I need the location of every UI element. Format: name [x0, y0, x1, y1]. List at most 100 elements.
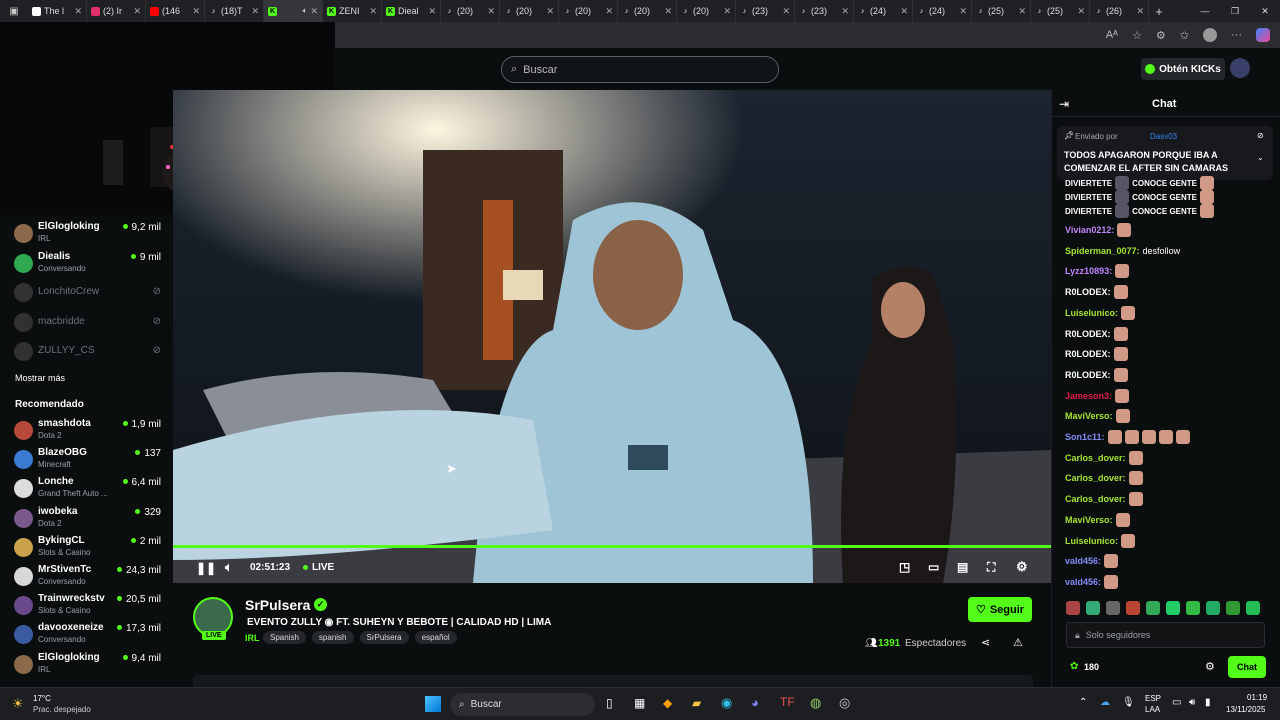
browser-tab[interactable]: ♪ (26) ✕	[1090, 0, 1149, 22]
chat-username[interactable]: MaviVerso:	[1065, 515, 1113, 525]
stream-tag[interactable]: spanish	[311, 631, 354, 644]
sidebar-channel[interactable]: Diealis Conversando 9 mil	[0, 249, 173, 277]
chat-username[interactable]: R0LODEX:	[1065, 370, 1111, 380]
chat-username[interactable]: R0LODEX:	[1065, 329, 1111, 339]
clock-time[interactable]: 01:19	[1247, 693, 1267, 702]
close-tab-icon[interactable]: ✕	[192, 6, 200, 17]
browser-tab[interactable]: ♪ (20) ✕	[500, 0, 559, 22]
browser-tab[interactable]: The l ✕	[28, 0, 87, 22]
channel-name[interactable]: SrPulsera	[245, 597, 310, 613]
tab-actions-icon[interactable]: ▣	[0, 0, 28, 22]
browser-tab[interactable]: (2) Ir ✕	[87, 0, 146, 22]
chat-username[interactable]: vald456:	[1065, 577, 1101, 587]
browser-tab[interactable]: ♪ (20) ✕	[559, 0, 618, 22]
browser-tab[interactable]: ♪ (25) ✕	[972, 0, 1031, 22]
browser-tab[interactable]: ♪ (24) ✕	[854, 0, 913, 22]
language-indicator[interactable]: ESP	[1145, 694, 1161, 703]
sidebar-channel[interactable]: ElGlogloking IRL 9,2 mil	[0, 219, 173, 247]
sidebar-channel[interactable]: BlazeOBG Minecraft 137	[0, 445, 173, 473]
expand-pinned-icon[interactable]: ⌄	[1257, 153, 1264, 162]
sidebar-channel[interactable]: smashdota Dota 2 1,9 mil	[0, 416, 173, 444]
browser-tab[interactable]: ♪ (23) ✕	[736, 0, 795, 22]
chat-username[interactable]: Luiselunico:	[1065, 308, 1118, 318]
close-tab-icon[interactable]: ✕	[841, 6, 849, 17]
edge-browser-icon[interactable]: ◉	[721, 695, 732, 711]
tab-audio-icon[interactable]: 🔈︎	[303, 6, 308, 16]
browser-tab[interactable]: ♪ (23) ✕	[795, 0, 854, 22]
sidebar-channel[interactable]: Trainwreckstv Slots & Casino 20,5 mil	[0, 591, 173, 619]
stream-tag[interactable]: Spanish	[263, 631, 306, 644]
emote-icon[interactable]	[1126, 601, 1140, 615]
unpin-icon[interactable]: ⊘	[1257, 131, 1264, 140]
volume-icon[interactable]: 🔈︎	[225, 560, 232, 575]
network-icon[interactable]: ▭	[1172, 697, 1181, 708]
store-icon[interactable]: ▦	[634, 696, 645, 710]
emote-icon[interactable]	[1066, 601, 1080, 615]
chat-username[interactable]: Carlos_dover:	[1065, 494, 1126, 504]
sidebar-channel[interactable]: MrStivenTc Conversando 24,3 mil	[0, 562, 173, 590]
close-tab-icon[interactable]: ✕	[664, 6, 672, 17]
read-aloud-icon[interactable]: Aᴬ	[1106, 29, 1118, 41]
new-tab-button[interactable]: +	[1149, 4, 1169, 19]
maximize-button[interactable]: ❐	[1220, 6, 1250, 17]
copilot-icon[interactable]	[1256, 28, 1270, 42]
chat-settings-icon[interactable]: ⚙	[1205, 660, 1215, 673]
sidebar-channel[interactable]: LonchitoCrew ⊘	[0, 278, 173, 306]
close-tab-icon[interactable]: ✕	[487, 6, 495, 17]
user-avatar[interactable]	[1230, 58, 1250, 78]
close-tab-icon[interactable]: ✕	[251, 6, 259, 17]
emote-icon[interactable]	[1146, 601, 1160, 615]
fullscreen-icon[interactable]: ⛶	[987, 560, 995, 575]
mic-icon[interactable]: 🎙︎	[1122, 697, 1135, 708]
clock-date[interactable]: 13/11/2025	[1226, 705, 1265, 714]
sidebar-channel[interactable]: macbridde ⊘	[0, 308, 173, 336]
emote-icon[interactable]	[1246, 601, 1260, 615]
get-kicks-button[interactable]: Obtén KICKs	[1141, 58, 1225, 80]
close-tab-icon[interactable]: ✕	[133, 6, 141, 17]
follow-button[interactable]: ♡ Seguir	[968, 597, 1032, 622]
taskbar-search[interactable]: ⌕ Buscar	[450, 693, 595, 716]
close-tab-icon[interactable]: ✕	[74, 6, 82, 17]
emote-icon[interactable]	[1186, 601, 1200, 615]
browser-tab[interactable]: K 🔈︎ ✕	[264, 0, 323, 22]
browser-tab[interactable]: ♪ (24) ✕	[913, 0, 972, 22]
search-input[interactable]: ⌕ Buscar	[501, 56, 779, 83]
close-tab-icon[interactable]: ✕	[428, 6, 436, 17]
browser-tab[interactable]: (146 ✕	[146, 0, 205, 22]
emote-icon[interactable]	[1206, 601, 1220, 615]
sidebar-channel[interactable]: BykingCL Slots & Casino 2 mil	[0, 533, 173, 561]
chat-username[interactable]: Carlos_dover:	[1065, 473, 1126, 483]
captions-icon[interactable]: ▤	[957, 560, 968, 574]
chat-input[interactable]: 🔒︎ Solo seguidores	[1066, 622, 1265, 648]
pause-icon[interactable]: ❚❚	[196, 561, 216, 575]
browser-tab[interactable]: K Dieal ✕	[382, 0, 441, 22]
emote-icon[interactable]	[1106, 601, 1120, 615]
show-hidden-icons[interactable]: ⌃	[1079, 697, 1087, 708]
browser-tab[interactable]: ♪ (20) ✕	[618, 0, 677, 22]
pinned-message[interactable]: 📌︎ Enviado por Dasv03 ⊘ ⌄ TODOS APAGARON…	[1057, 126, 1273, 180]
app-globe-icon[interactable]: ◍	[810, 695, 821, 711]
sidebar-channel[interactable]: Lonche Grand Theft Auto ... 6,4 mil	[0, 474, 173, 502]
collapse-chat-icon[interactable]: ⇥	[1059, 97, 1069, 111]
favorites-icon[interactable]: ✩	[1180, 29, 1189, 42]
sidebar-channel[interactable]: iwobeka Dota 2 329	[0, 504, 173, 532]
send-chat-button[interactable]: Chat	[1228, 656, 1266, 678]
chat-username[interactable]: R0LODEX:	[1065, 349, 1111, 359]
theater-mode-icon[interactable]: ▭	[928, 560, 939, 574]
weather-icon[interactable]: ☀	[12, 696, 24, 712]
sidebar-channel[interactable]: davooxeneize Conversando 17,3 mil	[0, 620, 173, 648]
close-tab-icon[interactable]: ✕	[1077, 6, 1085, 17]
chat-username[interactable]: Luiselunico:	[1065, 536, 1118, 546]
miniplayer-icon[interactable]: ◳	[899, 560, 910, 574]
settings-gear-icon[interactable]: ⚙	[1016, 559, 1028, 575]
video-progress-bar[interactable]	[173, 545, 1051, 548]
stream-tag[interactable]: español	[414, 631, 457, 644]
close-tab-icon[interactable]: ✕	[1018, 6, 1026, 17]
browser-tab[interactable]: ♪ (20) ✕	[441, 0, 500, 22]
sidebar-channel[interactable]: ZULLYY_CS ⊘	[0, 337, 173, 365]
app-tf-icon[interactable]: TF	[780, 695, 795, 709]
close-tab-icon[interactable]: ✕	[310, 6, 318, 17]
favorite-star-icon[interactable]: ☆	[1132, 29, 1142, 42]
video-player[interactable]	[173, 90, 1051, 583]
minimize-button[interactable]: —	[1190, 6, 1220, 16]
